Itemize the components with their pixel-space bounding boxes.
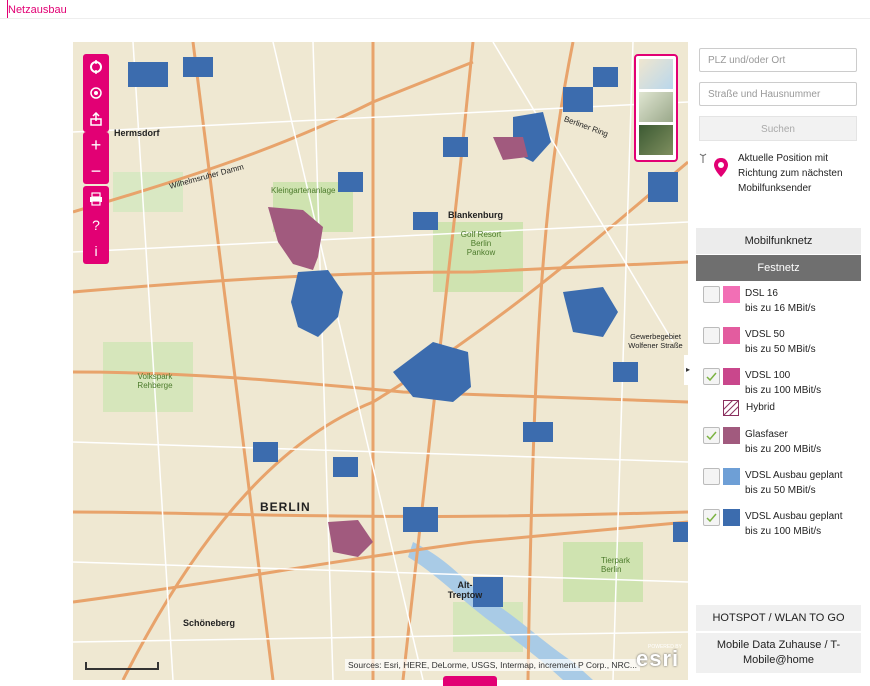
legend-swatch	[723, 286, 740, 303]
location-pin-icon[interactable]	[713, 157, 729, 188]
park-area	[113, 172, 183, 212]
legend-label: VDSL 100 bis zu 100 MBit/s	[745, 368, 821, 398]
zoom-controls: + −	[83, 132, 109, 184]
coverage-area	[563, 287, 618, 337]
map-label: Hermsdorf	[114, 128, 160, 138]
map-canvas[interactable]: Hermsdorf Blankenburg BERLIN Schöneberg …	[73, 42, 688, 680]
check-icon	[706, 372, 717, 382]
legend-title: Glasfaser	[745, 429, 788, 440]
map-label: Alt-Treptow	[447, 580, 483, 600]
legend-checkbox[interactable]	[703, 368, 720, 385]
coverage-area-glasfaser	[493, 137, 528, 160]
map-label: Tierpark Berlin	[601, 556, 631, 574]
basemap-thumb-satellite[interactable]	[639, 125, 673, 155]
legend-subtitle: bis zu 16 MBit/s	[745, 303, 816, 314]
legend-subtitle: bis zu 100 MBit/s	[745, 385, 822, 396]
legend-checkbox[interactable]	[703, 468, 720, 485]
legend-title: VDSL 50	[745, 329, 785, 340]
header-divider	[0, 18, 870, 19]
legend-title: VDSL Ausbau geplant	[745, 470, 843, 481]
legend-checkbox[interactable]	[703, 509, 720, 526]
legend-label: VDSL Ausbau geplant bis zu 100 MBit/s	[745, 509, 842, 539]
coverage-area	[403, 507, 438, 532]
coverage-area-glasfaser	[328, 520, 373, 557]
legend-title: DSL 16	[745, 288, 778, 299]
coverage-area	[523, 422, 553, 442]
coverage-area	[291, 270, 343, 337]
zoom-in-icon[interactable]: +	[83, 132, 109, 158]
legend-swatch	[723, 468, 740, 485]
zoom-out-icon[interactable]: −	[83, 158, 109, 184]
map-label: BERLIN	[260, 500, 311, 514]
basemap-switcher[interactable]	[634, 54, 678, 162]
legend-swatch	[723, 427, 740, 444]
legend-swatch	[723, 327, 740, 344]
hybrid-label: Hybrid	[746, 402, 775, 413]
check-icon	[706, 513, 717, 523]
coverage-area	[673, 522, 688, 542]
share-icon[interactable]	[83, 106, 109, 132]
basemap-thumb-topo[interactable]	[639, 92, 673, 122]
hybrid-hatch-icon	[723, 400, 739, 416]
map-label: Golf Resort Berlin Pankow	[460, 230, 502, 257]
scale-bar	[85, 662, 159, 670]
legend-label: Glasfaser bis zu 200 MBit/s	[745, 427, 821, 457]
collapse-toggle[interactable]	[443, 676, 497, 686]
crosshair-icon[interactable]	[83, 54, 109, 80]
plz-input[interactable]: PLZ und/oder Ort	[699, 48, 857, 72]
check-icon	[706, 431, 717, 441]
legend-subtitle: bis zu 50 MBit/s	[745, 344, 816, 355]
legend-label: VDSL 50 bis zu 50 MBit/s	[745, 327, 816, 357]
position-info: Aktuelle Position mit Richtung zum nächs…	[738, 153, 843, 194]
map-label: Schöneberg	[183, 618, 236, 628]
coverage-area	[563, 87, 593, 112]
print-icon[interactable]	[83, 186, 109, 212]
coverage-area	[593, 67, 618, 87]
map-label: Gewerbegebiet Wolfener Straße	[628, 332, 683, 350]
coverage-area	[648, 172, 678, 202]
coverage-area	[253, 442, 278, 462]
coverage-area	[443, 137, 468, 157]
legend-checkbox[interactable]	[703, 427, 720, 444]
coverage-area	[333, 457, 358, 477]
street-input[interactable]: Straße und Hausnummer	[699, 82, 857, 106]
map-label: Kleingartenanlage	[271, 186, 336, 195]
help-icon[interactable]: ?	[83, 212, 109, 238]
legend-label: VDSL Ausbau geplant bis zu 50 MBit/s	[745, 468, 842, 498]
legend-swatch	[723, 509, 740, 526]
tab-festnetz[interactable]: Festnetz	[696, 255, 861, 281]
legend-title: VDSL Ausbau geplant	[745, 511, 843, 522]
coverage-area	[613, 362, 638, 382]
coverage-area	[128, 62, 168, 87]
info-icon[interactable]: i	[83, 238, 109, 264]
coverage-area	[413, 212, 438, 230]
legend-checkbox[interactable]	[703, 327, 720, 344]
legend-subtitle: bis zu 200 MBit/s	[745, 444, 822, 455]
coverage-area	[183, 57, 213, 77]
breadcrumb[interactable]: Netzausbau	[8, 4, 67, 16]
map-label: Volkspark Rehberge	[137, 372, 173, 390]
legend-title: VDSL 100	[745, 370, 791, 381]
legend-checkbox[interactable]	[703, 286, 720, 303]
map-toolbar-bottom: ? i	[83, 186, 109, 264]
basemap-thumb-streets[interactable]	[639, 59, 673, 89]
tab-mobile-data[interactable]: Mobile Data Zuhause / T-Mobile@home	[696, 633, 861, 673]
legend-subtitle: bis zu 100 MBit/s	[745, 526, 822, 537]
map-label: Blankenburg	[448, 210, 504, 220]
tab-mobilfunknetz[interactable]: Mobilfunknetz	[696, 228, 861, 254]
map-toolbar-top	[83, 54, 109, 132]
legend-label: DSL 16 bis zu 16 MBit/s	[745, 286, 816, 316]
legend-subtitle: bis zu 50 MBit/s	[745, 485, 816, 496]
chevron-right-icon[interactable]: ▸	[684, 355, 692, 385]
map-attribution: Sources: Esri, HERE, DeLorme, USGS, Inte…	[345, 659, 640, 671]
tab-hotspot[interactable]: HOTSPOT / WLAN TO GO	[696, 605, 861, 631]
locate-icon[interactable]	[83, 80, 109, 106]
coverage-area	[338, 172, 363, 192]
tower-icon	[699, 153, 707, 165]
map-layer	[73, 42, 688, 680]
legend-swatch	[723, 368, 740, 385]
search-button[interactable]: Suchen	[699, 116, 857, 141]
esri-logo: esri	[636, 646, 680, 671]
